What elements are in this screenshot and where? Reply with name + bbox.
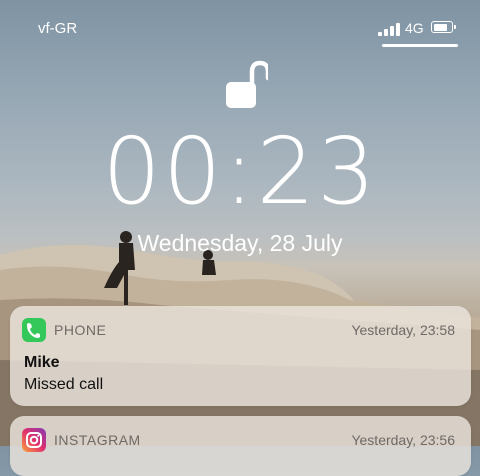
lock-screen-time: 00:23 — [102, 118, 378, 225]
carrier-label: vf-GR — [38, 20, 78, 37]
notification-phone[interactable]: PHONE Yesterday, 23:58 Mike Missed call — [10, 306, 471, 406]
notification-time: Yesterday, 23:58 — [351, 322, 455, 338]
signal-icon — [378, 22, 400, 36]
lock-screen-date: Wednesday, 28 July — [137, 230, 343, 256]
phone-icon — [22, 318, 46, 342]
notification-title: Mike — [24, 354, 60, 371]
network-label: 4G — [405, 20, 424, 36]
battery-icon — [431, 21, 456, 33]
status-bar: vf-GR 4G — [0, 0, 480, 47]
control-center-indicator[interactable] — [382, 44, 458, 47]
notification-instagram[interactable]: INSTAGRAM Yesterday, 23:56 — [10, 416, 471, 476]
notification-body: Missed call — [24, 376, 104, 393]
instagram-icon — [22, 428, 46, 452]
notification-app-name: PHONE — [54, 322, 107, 338]
unlock-icon — [226, 60, 268, 108]
